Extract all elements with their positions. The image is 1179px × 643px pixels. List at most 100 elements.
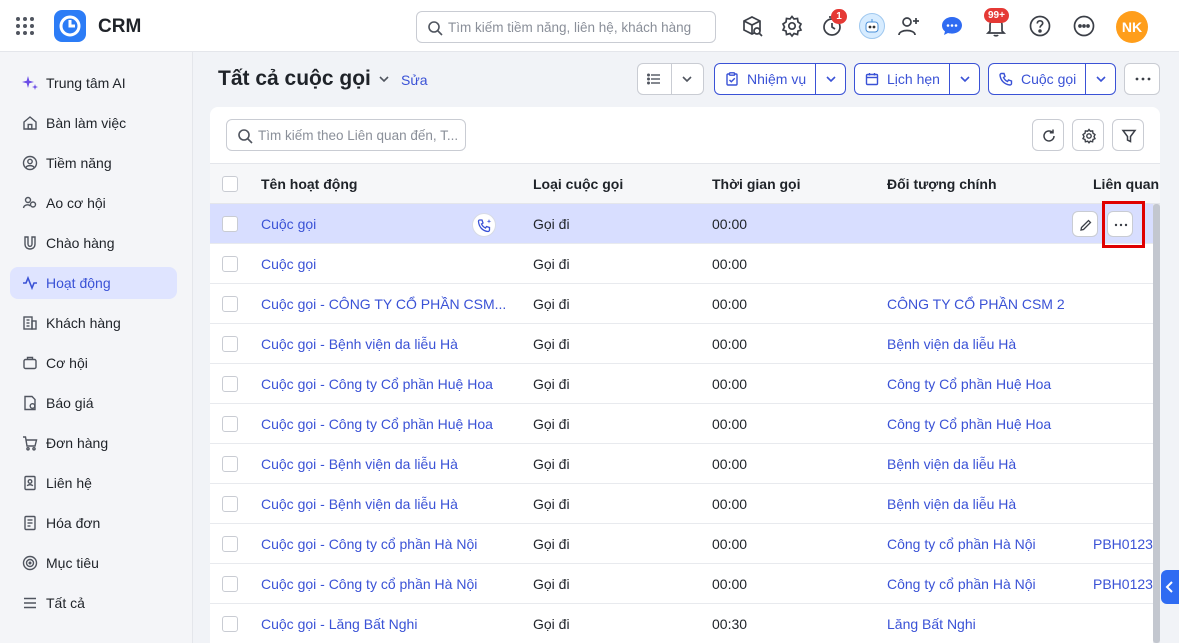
table-row[interactable]: Cuộc gọi - Lăng Bất Nghi Gọi đi 00:30 Lă… (210, 604, 1160, 643)
activity-name-link[interactable]: Cuộc gọi - Lăng Bất Nghi (261, 616, 511, 632)
table-row[interactable]: Cuộc gọi - Công ty Cổ phần Huệ Hoa Gọi đ… (210, 404, 1160, 444)
main-object-link[interactable]: Công ty cổ phần Hà Nội (887, 576, 1077, 592)
add-appointment-button[interactable]: Lịch hẹn (855, 64, 949, 94)
robot-avatar-icon[interactable] (859, 13, 885, 39)
sidebar-item-opportunity-pool[interactable]: Ao cơ hội (10, 187, 177, 219)
main-object-link[interactable]: Bệnh viện da liễu Hà (887, 496, 1077, 512)
row-checkbox[interactable] (222, 616, 238, 632)
more-icon[interactable] (1072, 14, 1096, 38)
sidebar-item-offers[interactable]: Chào hàng (10, 227, 177, 259)
main-object-link[interactable]: Công ty Cổ phần Huệ Hoa (887, 416, 1077, 432)
table-row[interactable]: Cuộc gọi - Công ty Cổ phần Huệ Hoa Gọi đ… (210, 364, 1160, 404)
column-header-related[interactable]: Liên quan đ (1093, 176, 1160, 192)
main-object-link[interactable]: Bệnh viện da liễu Hà (887, 336, 1077, 352)
task-dropdown-button[interactable] (816, 64, 846, 94)
table-row[interactable]: Cuộc gọi - Bệnh viện da liễu Hà Gọi đi 0… (210, 484, 1160, 524)
gear-icon[interactable] (780, 14, 804, 38)
row-checkbox[interactable] (222, 576, 238, 592)
add-user-icon[interactable] (897, 14, 921, 38)
row-edit-button[interactable] (1072, 211, 1098, 237)
activity-name-link[interactable]: Cuộc gọi (261, 256, 511, 272)
table-search-input[interactable]: Tìm kiếm theo Liên quan đến, T... (226, 119, 466, 151)
related-link[interactable]: PBH0123 (1093, 576, 1160, 592)
row-checkbox[interactable] (222, 496, 238, 512)
sidebar-item-ai-center[interactable]: Trung tâm AI (10, 67, 177, 99)
row-checkbox[interactable] (222, 536, 238, 552)
row-checkbox[interactable] (222, 256, 238, 272)
chat-icon[interactable] (940, 14, 964, 38)
row-checkbox[interactable] (222, 296, 238, 312)
activity-name-link[interactable]: Cuộc gọi - Bệnh viện da liễu Hà (261, 456, 511, 472)
table-settings-button[interactable] (1072, 119, 1104, 151)
sidebar-item-invoices[interactable]: Hóa đơn (10, 507, 177, 539)
call-split-button[interactable]: Cuộc gọi (988, 63, 1116, 95)
activity-name-link[interactable]: Cuộc gọi - Bệnh viện da liễu Hà (261, 336, 511, 352)
column-header-name[interactable]: Tên hoạt động (261, 176, 357, 192)
header-more-button[interactable] (1124, 63, 1160, 95)
add-call-button[interactable]: Cuộc gọi (989, 64, 1085, 94)
call-dropdown-button[interactable] (1086, 64, 1116, 94)
main-object-link[interactable]: Lăng Bất Nghi (887, 616, 1077, 632)
help-icon[interactable] (1028, 14, 1052, 38)
column-header-main-object[interactable]: Đối tượng chính (887, 176, 997, 192)
table-row[interactable]: Cuộc gọi - Công ty cổ phần Hà Nội Gọi đi… (210, 524, 1160, 564)
package-search-icon[interactable] (740, 14, 764, 38)
view-mode-button[interactable] (637, 63, 704, 95)
activity-name-link[interactable]: Cuộc gọi - CÔNG TY CỔ PHẦN CSM... (261, 296, 511, 312)
table-row[interactable]: Cuộc gọi Gọi đi 00:00 (210, 244, 1160, 284)
row-more-button[interactable] (1107, 211, 1133, 237)
sidebar-item-all[interactable]: Tất cả (10, 587, 177, 619)
sidebar-item-orders[interactable]: Đơn hàng (10, 427, 177, 459)
sidebar-item-workspace[interactable]: Bàn làm việc (10, 107, 177, 139)
appointment-dropdown-button[interactable] (950, 64, 980, 94)
sidebar-item-opportunities[interactable]: Cơ hội (10, 347, 177, 379)
refresh-button[interactable] (1032, 119, 1064, 151)
activity-name-link[interactable]: Cuộc gọi - Công ty Cổ phần Huệ Hoa (261, 416, 511, 432)
appointment-split-button[interactable]: Lịch hẹn (854, 63, 980, 95)
row-checkbox[interactable] (222, 336, 238, 352)
crm-logo[interactable] (54, 10, 86, 42)
sidebar-item-quotes[interactable]: Báo giá (10, 387, 177, 419)
sidebar-item-targets[interactable]: Mục tiêu (10, 547, 177, 579)
row-checkbox[interactable] (222, 416, 238, 432)
sidebar-item-customers[interactable]: Khách hàng (10, 307, 177, 339)
scrollbar-thumb[interactable] (1153, 204, 1160, 643)
select-all-checkbox[interactable] (222, 176, 238, 192)
sidebar-item-leads[interactable]: Tiềm năng (10, 147, 177, 179)
table-row[interactable]: Cuộc gọi - CÔNG TY CỔ PHẦN CSM... Gọi đi… (210, 284, 1160, 324)
main-object-link[interactable]: CÔNG TY CỔ PHẦN CSM 2 (887, 296, 1077, 312)
filter-button[interactable] (1112, 119, 1144, 151)
main-object-link[interactable]: Bệnh viện da liễu Hà (887, 456, 1077, 472)
ai-call-icon[interactable] (472, 213, 496, 237)
activity-name-link[interactable]: Cuộc gọi - Công ty cổ phần Hà Nội (261, 536, 511, 552)
column-header-call-type[interactable]: Loại cuộc gọi (533, 176, 623, 192)
vertical-scrollbar[interactable] (1153, 204, 1160, 643)
table-row[interactable]: Cuộc gọi Gọi đi 00:00 (210, 204, 1160, 244)
divider (671, 64, 672, 94)
add-task-button[interactable]: Nhiệm vụ (715, 64, 815, 94)
table-row[interactable]: Cuộc gọi - Bệnh viện da liễu Hà Gọi đi 0… (210, 324, 1160, 364)
activity-name-link[interactable]: Cuộc gọi - Công ty cổ phần Hà Nội (261, 576, 511, 592)
global-search-input[interactable]: Tìm kiếm tiềm năng, liên hệ, khách hàng (416, 11, 716, 43)
chevron-down-icon[interactable] (378, 73, 390, 85)
app-grid-icon[interactable] (14, 15, 36, 37)
activity-name-link[interactable]: Cuộc gọi - Bệnh viện da liễu Hà (261, 496, 511, 512)
row-checkbox[interactable] (222, 456, 238, 472)
user-avatar[interactable]: NK (1116, 11, 1148, 43)
side-panel-toggle[interactable] (1161, 570, 1179, 604)
row-checkbox[interactable] (222, 376, 238, 392)
main-object-link[interactable]: Công ty Cổ phần Huệ Hoa (887, 376, 1077, 392)
sidebar-item-contacts[interactable]: Liên hệ (10, 467, 177, 499)
sidebar-item-activities[interactable]: Hoạt động (10, 267, 177, 299)
related-link[interactable]: PBH0123 (1093, 536, 1160, 552)
row-checkbox[interactable] (222, 216, 238, 232)
edit-view-link[interactable]: Sửa (401, 72, 428, 88)
main-object-link[interactable]: Công ty cổ phần Hà Nội (887, 536, 1077, 552)
column-header-call-time[interactable]: Thời gian gọi (712, 176, 801, 192)
table-row[interactable]: Cuộc gọi - Công ty cổ phần Hà Nội Gọi đi… (210, 564, 1160, 604)
activity-name-link[interactable]: Cuộc gọi - Công ty Cổ phần Huệ Hoa (261, 376, 511, 392)
call-time-cell: 00:00 (712, 296, 748, 312)
table-row[interactable]: Cuộc gọi - Bệnh viện da liễu Hà Gọi đi 0… (210, 444, 1160, 484)
sidebar-item-label: Ao cơ hội (46, 195, 106, 211)
task-split-button[interactable]: Nhiệm vụ (714, 63, 846, 95)
